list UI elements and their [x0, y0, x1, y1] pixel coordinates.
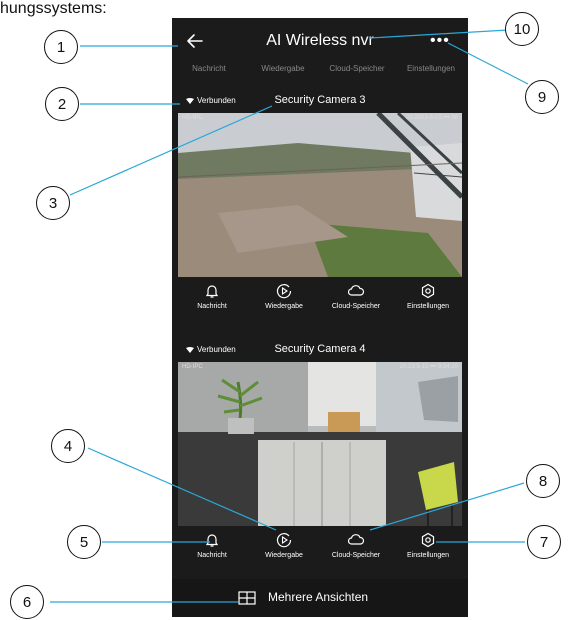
callout-1: 1 — [44, 30, 78, 64]
callout-2: 2 — [45, 87, 79, 121]
callout-7: 7 — [527, 525, 561, 559]
callout-9: 9 — [525, 80, 559, 114]
callout-10: 10 — [505, 12, 539, 46]
callout-8: 8 — [526, 464, 560, 498]
callout-5: 5 — [67, 525, 101, 559]
callout-4: 4 — [51, 429, 85, 463]
callout-3: 3 — [36, 186, 70, 220]
callout-6: 6 — [10, 585, 44, 619]
